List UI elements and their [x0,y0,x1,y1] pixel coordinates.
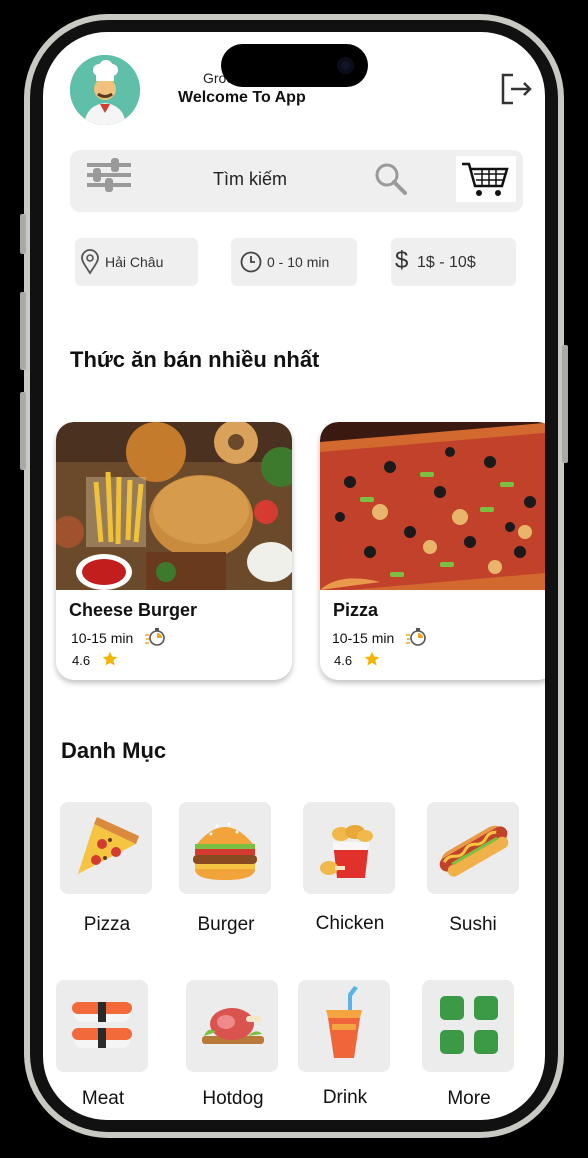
category-pizza-label[interactable]: Pizza [47,914,167,936]
cart-icon [462,162,509,196]
category-chicken-tile[interactable] [303,802,395,894]
pizza-image [320,422,545,590]
time-chip[interactable]: 0 - 10 min [231,238,357,286]
chicken-icon [320,825,373,878]
star-icon [102,651,118,667]
action-button [20,214,26,254]
food-time: 10-15 min [332,630,395,646]
cheese-burger-image [56,422,292,590]
category-hotdog-tile[interactable] [186,980,278,1072]
food-card-cheese-burger[interactable]: Cheese Burger 10-15 min 4.6 [56,422,292,680]
welcome-title: Welcome To App [178,89,306,106]
food-name: Cheese Burger [69,600,198,620]
search-bar[interactable]: Tìm kiếm [70,150,523,212]
food-name: Pizza [333,600,379,620]
app-screen: Grocery Welcome To App Tìm kiếm [43,32,545,1120]
search-icon[interactable] [373,161,409,197]
category-drink-tile[interactable] [298,980,390,1072]
location-label: Hải Châu [105,254,164,270]
food-card-pizza[interactable]: Pizza 10-15 min 4.6 [320,422,545,680]
dollar-icon: $ [395,247,409,274]
category-sushi-tile[interactable] [427,802,519,894]
grid-icon [440,996,498,1054]
timer-icon [144,627,166,647]
category-sushi-label[interactable]: Sushi [413,914,533,936]
category-burger-label[interactable]: Burger [166,914,286,936]
price-label: 1$ - 10$ [417,254,476,271]
category-burger-tile[interactable] [179,802,271,894]
category-pizza-tile[interactable] [60,802,152,894]
chef-avatar-icon[interactable] [70,55,140,125]
time-label: 0 - 10 min [267,254,330,270]
category-chicken-label[interactable]: Chicken [290,913,410,935]
power-button [562,345,568,463]
price-chip[interactable]: $ 1$ - 10$ [391,238,516,286]
dynamic-island [221,44,368,87]
timer-icon [405,627,427,647]
category-meat-label[interactable]: Meat [43,1088,163,1110]
category-meat-tile[interactable] [56,980,148,1072]
volume-up-button [20,292,26,370]
category-more-tile[interactable] [422,980,514,1072]
pizza-icon [78,817,139,874]
food-rating: 4.6 [334,653,353,668]
sushi-icon [72,1002,132,1048]
category-more-label[interactable]: More [409,1088,529,1110]
burger-icon [193,822,257,880]
search-input[interactable]: Tìm kiếm [213,169,287,190]
category-hotdog-label[interactable]: Hotdog [173,1088,293,1110]
hotdog-icon [439,825,509,877]
meat-icon [202,1008,264,1044]
clock-icon [240,251,262,273]
drink-icon [326,986,362,1058]
location-chip[interactable]: Hải Châu [75,238,198,286]
cart-button[interactable] [456,156,516,202]
volume-down-button [20,392,26,470]
filter-sliders-icon[interactable] [85,156,133,196]
location-pin-icon [81,249,99,275]
category-drink-label[interactable]: Drink [285,1087,405,1109]
food-time: 10-15 min [71,630,134,646]
categories-title: Danh Mục [61,738,167,763]
best-selling-title: Thức ăn bán nhiều nhất [70,347,320,372]
logout-icon[interactable] [499,72,533,106]
camera-icon [337,57,354,74]
star-icon [364,651,380,667]
food-rating: 4.6 [72,653,91,668]
